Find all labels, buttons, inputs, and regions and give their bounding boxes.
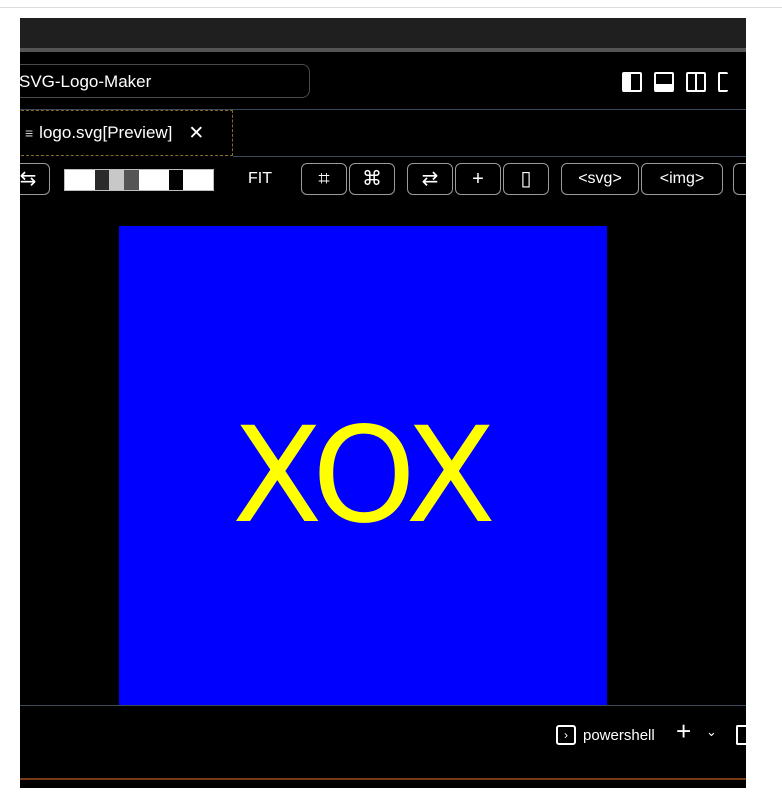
fit-height-button[interactable]: ⌘ bbox=[349, 163, 395, 195]
document-icon: ▯ bbox=[520, 168, 532, 190]
fit-height-icon: ⌘ bbox=[362, 168, 382, 190]
layout-controls bbox=[622, 72, 728, 92]
title-strip-border bbox=[20, 48, 746, 52]
logo-preview: XOX bbox=[119, 226, 607, 706]
swatch[interactable] bbox=[183, 170, 199, 190]
logo-text: XOX bbox=[232, 399, 496, 553]
swatch[interactable] bbox=[79, 170, 95, 190]
overflow-button[interactable] bbox=[733, 163, 746, 195]
terminal-icon: › bbox=[556, 725, 576, 745]
pin-button[interactable]: ⇆ bbox=[20, 163, 50, 195]
chevron-down-icon[interactable]: ⌄ bbox=[706, 724, 717, 740]
tab-label: logo.svg[Preview] bbox=[39, 123, 173, 142]
swatch[interactable] bbox=[109, 170, 125, 190]
vscode-window: SVG-Logo-Maker ≡ logo.svg[Preview] ✕ ⇆ F… bbox=[20, 18, 746, 788]
split-terminal-icon[interactable] bbox=[736, 725, 746, 745]
info-button[interactable]: ▯ bbox=[503, 163, 549, 195]
swatch[interactable] bbox=[124, 170, 139, 190]
copy-img-button[interactable]: <img> bbox=[641, 163, 723, 195]
customize-layout-icon[interactable] bbox=[718, 72, 728, 92]
screenshot-page: SVG-Logo-Maker ≡ logo.svg[Preview] ✕ ⇆ F… bbox=[0, 0, 782, 811]
toggle-secondary-sidebar-icon[interactable] bbox=[686, 72, 706, 92]
tab-bar-bottom-border bbox=[233, 156, 746, 157]
fit-label[interactable]: FIT bbox=[248, 170, 272, 188]
swatch[interactable] bbox=[65, 170, 80, 190]
close-icon[interactable]: ✕ bbox=[188, 122, 204, 145]
pin-icon: ⇆ bbox=[20, 168, 37, 190]
terminal-label: powershell bbox=[583, 726, 655, 744]
swatch[interactable] bbox=[153, 170, 169, 190]
plus-icon: + bbox=[472, 168, 484, 190]
command-center[interactable]: SVG-Logo-Maker bbox=[20, 64, 310, 98]
fit-width-button[interactable]: ⌗ bbox=[301, 163, 347, 195]
toggle-primary-sidebar-icon[interactable] bbox=[622, 72, 642, 92]
fit-width-icon: ⌗ bbox=[318, 168, 330, 190]
swatch[interactable] bbox=[198, 170, 213, 190]
terminal-panel: › powershell + ⌄ bbox=[20, 706, 746, 776]
copy-svg-button[interactable]: <svg> bbox=[561, 163, 639, 195]
title-strip bbox=[20, 18, 746, 52]
swap-arrows-icon: ⇄ bbox=[421, 168, 439, 190]
swatch[interactable] bbox=[94, 170, 110, 190]
top-divider bbox=[0, 7, 782, 8]
preview-canvas: XOX bbox=[20, 200, 746, 706]
swap-button[interactable]: ⇄ bbox=[407, 163, 453, 195]
swatch[interactable] bbox=[138, 170, 154, 190]
swatch[interactable] bbox=[168, 170, 184, 190]
toggle-panel-icon[interactable] bbox=[654, 72, 674, 92]
terminal-tab-powershell[interactable]: › powershell bbox=[556, 724, 655, 746]
status-line bbox=[20, 778, 746, 780]
background-swatches[interactable] bbox=[64, 169, 214, 191]
new-terminal-icon[interactable]: + bbox=[676, 718, 691, 744]
file-lines-icon: ≡ bbox=[25, 125, 34, 141]
zoom-in-button[interactable]: + bbox=[455, 163, 501, 195]
preview-toolbar: ⇆ FIT ⌗ ⌘ ⇄ + ▯ <svg> <img> bbox=[20, 161, 746, 197]
tab-logo-preview[interactable]: ≡ logo.svg[Preview] ✕ bbox=[20, 110, 233, 156]
